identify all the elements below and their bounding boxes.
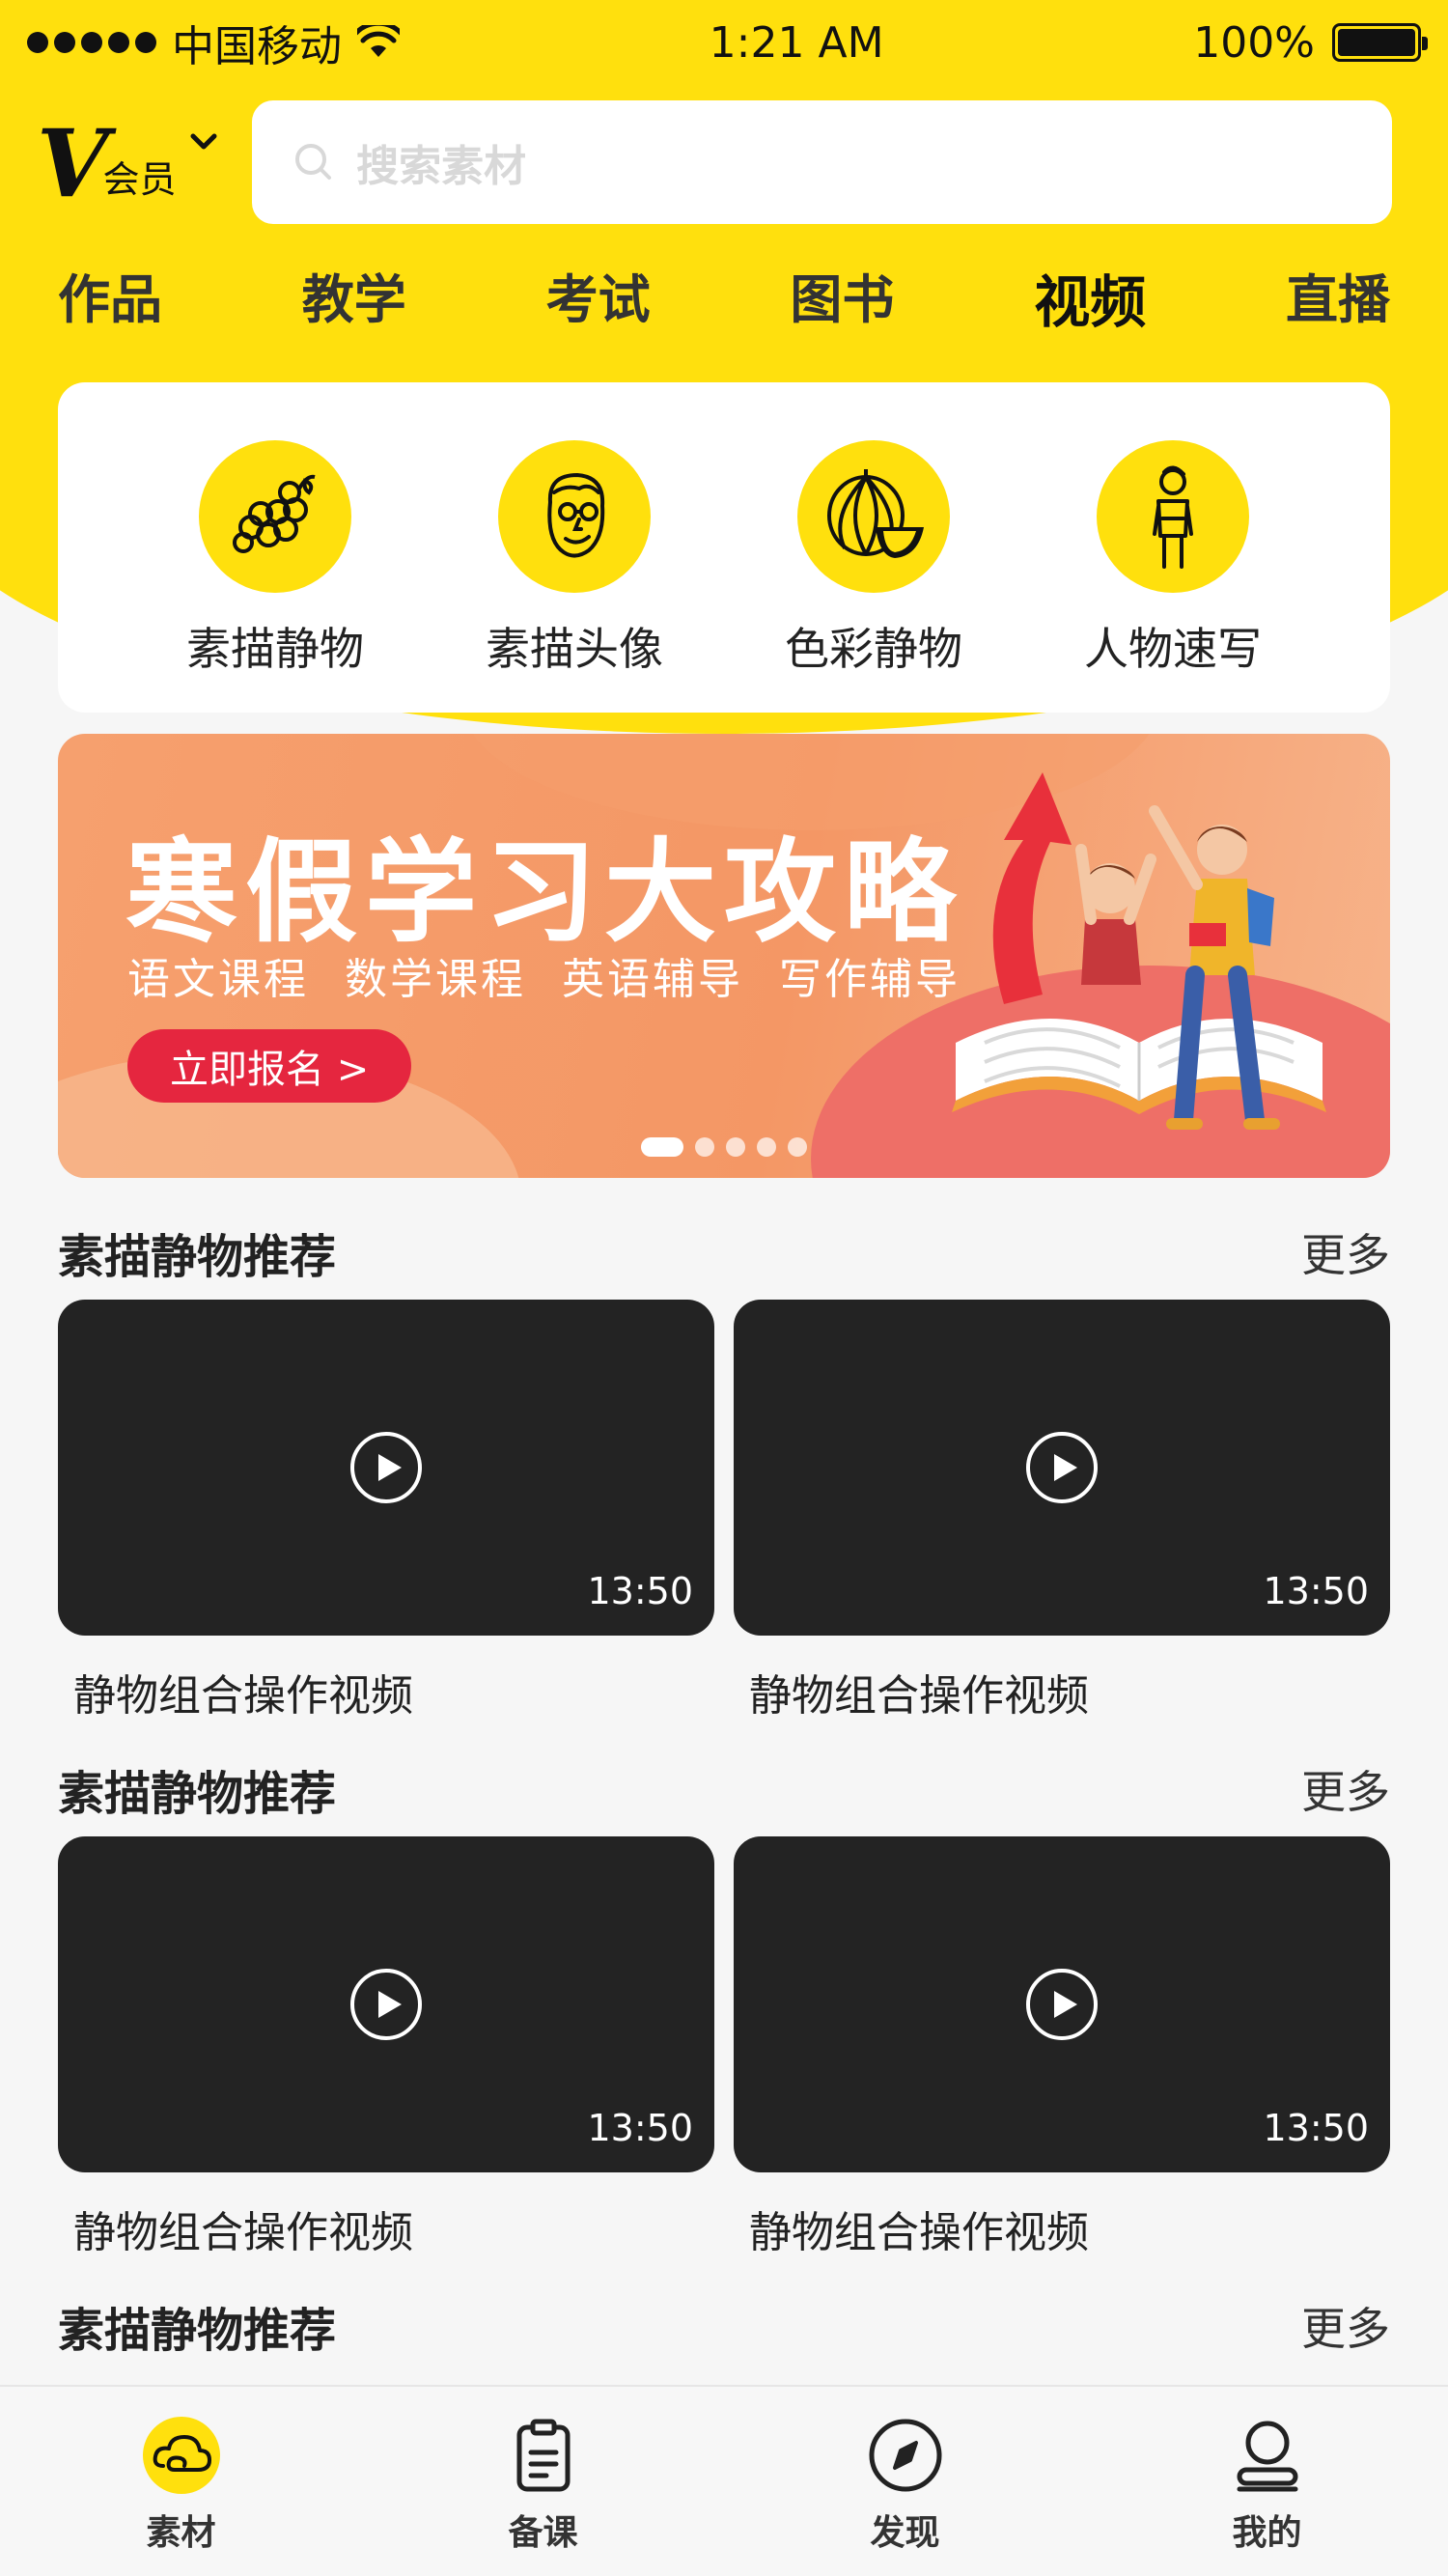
tab-live[interactable]: 直播: [1286, 257, 1390, 338]
category-color-still-life[interactable]: 色彩静物: [767, 440, 980, 713]
battery-percent: 100%: [1193, 17, 1315, 68]
more-link[interactable]: 更多: [1301, 2294, 1390, 2358]
category-label: 素描静物: [186, 623, 364, 675]
pager-dot[interactable]: [757, 1137, 776, 1157]
nav-materials[interactable]: 素材: [85, 2416, 278, 2576]
category-icon-bg: [199, 440, 351, 593]
section-title: 素描静物推荐: [58, 1230, 337, 1284]
category-icon-bg: [498, 440, 651, 593]
video-title: 静物组合操作视频: [749, 2208, 1089, 2257]
more-link[interactable]: 更多: [1301, 1757, 1390, 1821]
nav-discover[interactable]: 发现: [809, 2416, 1002, 2576]
search-placeholder: 搜索素材: [356, 142, 527, 191]
carrier-name: 中国移动: [172, 22, 342, 71]
figure-icon: [1153, 465, 1193, 569]
category-icon-bg: [797, 440, 950, 593]
chevron-down-icon: [190, 133, 217, 150]
video-duration: 13:50: [587, 1570, 693, 1612]
vip-logo: V: [37, 109, 109, 218]
play-icon[interactable]: [1025, 1968, 1099, 2041]
tab-teaching[interactable]: 教学: [302, 257, 406, 338]
section-header: 素描静物推荐 更多: [58, 2292, 1390, 2360]
category-figure-sketch[interactable]: 人物速写: [1067, 440, 1279, 713]
tab-works[interactable]: 作品: [58, 257, 162, 338]
nav-label: 我的: [1232, 2513, 1302, 2553]
vip-label: 会员: [102, 158, 177, 201]
video-card[interactable]: 13:50 静物组合操作视频: [58, 1300, 714, 1722]
video-row: 13:50 静物组合操作视频 13:50 静物组合操作视频: [58, 1836, 1390, 2259]
tab-video[interactable]: 视频: [1034, 257, 1146, 338]
students-book-illustration: [952, 772, 1326, 1130]
clipboard-icon: [504, 2416, 583, 2495]
section-title: 素描静物推荐: [58, 2304, 337, 2358]
video-duration: 13:50: [587, 2107, 693, 2149]
pager-dot[interactable]: [695, 1137, 714, 1157]
video-thumbnail[interactable]: 13:50: [58, 1836, 714, 2172]
video-duration: 13:50: [1263, 1570, 1369, 1612]
category-label: 素描头像: [486, 623, 663, 675]
clock: 1:21 AM: [709, 17, 884, 68]
section-header: 素描静物推荐 更多: [58, 1218, 1390, 1286]
banner-pager: [641, 1137, 807, 1157]
category-label: 色彩静物: [785, 623, 962, 675]
category-label: 人物速写: [1084, 623, 1262, 675]
section-header: 素描静物推荐 更多: [58, 1755, 1390, 1823]
battery-icon: [1332, 23, 1428, 62]
compass-icon: [866, 2416, 945, 2495]
wifi-icon: [357, 25, 400, 57]
app-page: 中国移动 1:21 AM 100% V 会员 搜索素材 作品 教学 考试 图书 …: [0, 0, 1448, 2576]
category-grid: 素描静物 素描头像 色彩静物 人物速写: [58, 382, 1390, 713]
play-icon[interactable]: [349, 1968, 423, 2041]
video-card[interactable]: 13:50 静物组合操作视频: [734, 1836, 1390, 2259]
nav-lesson-prep[interactable]: 备课: [447, 2416, 640, 2576]
video-row: 13:50 静物组合操作视频 13:50 静物组合操作视频: [58, 1300, 1390, 1722]
user-icon: [1228, 2416, 1307, 2495]
banner-subtitle: 语文课程 数学课程 英语辅导 写作辅导: [127, 955, 961, 1004]
play-icon[interactable]: [1025, 1431, 1099, 1504]
tab-books[interactable]: 图书: [790, 257, 894, 338]
category-still-life-sketch[interactable]: 素描静物: [169, 440, 381, 713]
grapes-icon: [233, 474, 316, 553]
video-title: 静物组合操作视频: [73, 1671, 413, 1721]
signal-icon: [27, 32, 156, 53]
pager-dot[interactable]: [641, 1137, 683, 1157]
video-thumbnail[interactable]: 13:50: [734, 1300, 1390, 1636]
video-card[interactable]: 13:50 静物组合操作视频: [734, 1300, 1390, 1722]
category-icon-bg: [1097, 440, 1249, 593]
video-title: 静物组合操作视频: [73, 2208, 413, 2257]
cloud-icon: [142, 2416, 221, 2495]
status-left: 中国移动: [27, 12, 400, 73]
category-tabs: 作品 教学 考试 图书 视频 直播: [58, 257, 1390, 338]
tab-exam[interactable]: 考试: [546, 257, 651, 338]
vip-selector[interactable]: V 会员: [37, 114, 219, 210]
status-right: 100%: [1193, 17, 1428, 68]
category-portrait-sketch[interactable]: 素描头像: [468, 440, 681, 713]
play-icon[interactable]: [349, 1431, 423, 1504]
face-icon: [547, 472, 605, 558]
pager-dot[interactable]: [788, 1137, 807, 1157]
more-link[interactable]: 更多: [1301, 1220, 1390, 1284]
nav-label: 素材: [146, 2513, 216, 2553]
banner-title: 寒假学习大攻略: [125, 827, 963, 958]
signup-button[interactable]: 立即报名 >: [127, 1029, 412, 1103]
status-bar: 中国移动 1:21 AM 100%: [0, 0, 1448, 85]
search-input[interactable]: 搜索素材: [252, 100, 1392, 224]
bottom-nav: 素材 备课 发现 我的: [0, 2385, 1448, 2576]
top-bar: V 会员 搜索素材: [37, 100, 1392, 224]
nav-profile[interactable]: 我的: [1171, 2416, 1364, 2576]
video-card[interactable]: 13:50 静物组合操作视频: [58, 1836, 714, 2259]
nav-label: 备课: [508, 2513, 578, 2553]
video-title: 静物组合操作视频: [749, 1671, 1089, 1721]
promo-banner[interactable]: 寒假学习大攻略 语文课程 数学课程 英语辅导 写作辅导 立即报名 >: [58, 734, 1390, 1178]
pager-dot[interactable]: [726, 1137, 745, 1157]
section-title: 素描静物推荐: [58, 1767, 337, 1821]
nav-label: 发现: [870, 2513, 940, 2553]
video-thumbnail[interactable]: 13:50: [734, 1836, 1390, 2172]
video-duration: 13:50: [1263, 2107, 1369, 2149]
search-icon: [295, 144, 332, 180]
video-thumbnail[interactable]: 13:50: [58, 1300, 714, 1636]
watermelon-icon: [827, 469, 924, 558]
